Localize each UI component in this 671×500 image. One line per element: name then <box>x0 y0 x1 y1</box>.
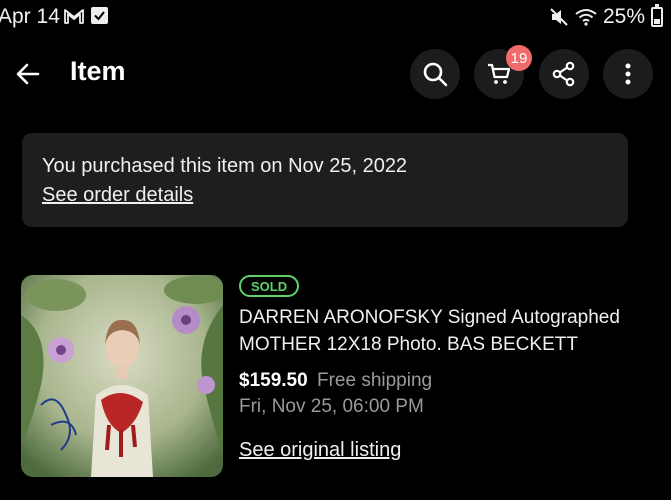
mute-icon <box>550 8 568 26</box>
back-button[interactable] <box>12 58 44 90</box>
more-vert-icon <box>625 63 631 85</box>
status-bar: Apr 14 25% <box>0 0 671 34</box>
cart-count-badge: 19 <box>506 45 532 71</box>
status-date: Apr 14 <box>0 5 60 28</box>
status-icons: 25% <box>549 4 663 29</box>
search-button[interactable] <box>410 49 460 99</box>
back-arrow-icon <box>16 63 40 85</box>
item-photo-image <box>21 275 223 477</box>
gmail-icon <box>64 9 84 24</box>
battery-percent: 25% <box>602 5 645 28</box>
item-shipping: Free shipping <box>316 370 433 391</box>
checkbox-icon <box>91 7 108 24</box>
purchase-notice-text: You purchased this item on Nov 25, 2022 <box>42 155 408 177</box>
battery-icon <box>651 4 663 27</box>
purchase-notice-card: You purchased this item on Nov 25, 2022 … <box>22 133 628 227</box>
cart-button[interactable]: 19 <box>474 45 532 99</box>
item-price: $159.50 <box>239 370 308 391</box>
search-icon <box>423 62 448 87</box>
share-button[interactable] <box>539 49 589 99</box>
sold-status-badge: SOLD <box>239 275 300 297</box>
item-purchase-date: Fri, Nov 25, 06:00 PM <box>239 396 424 417</box>
see-order-details-link[interactable]: See order details <box>42 184 193 207</box>
app-bar: Item 19 <box>0 44 671 104</box>
item-price-row: $159.50 Free shipping <box>239 370 432 392</box>
item-thumbnail[interactable] <box>21 275 223 477</box>
more-options-button[interactable] <box>603 49 653 99</box>
page-title: Item <box>70 56 126 86</box>
see-original-listing-link[interactable]: See original listing <box>239 439 401 462</box>
wifi-icon <box>575 9 597 26</box>
item-title[interactable]: DARREN ARONOFSKY Signed Autographed MOTH… <box>239 304 659 358</box>
share-icon <box>552 61 575 87</box>
